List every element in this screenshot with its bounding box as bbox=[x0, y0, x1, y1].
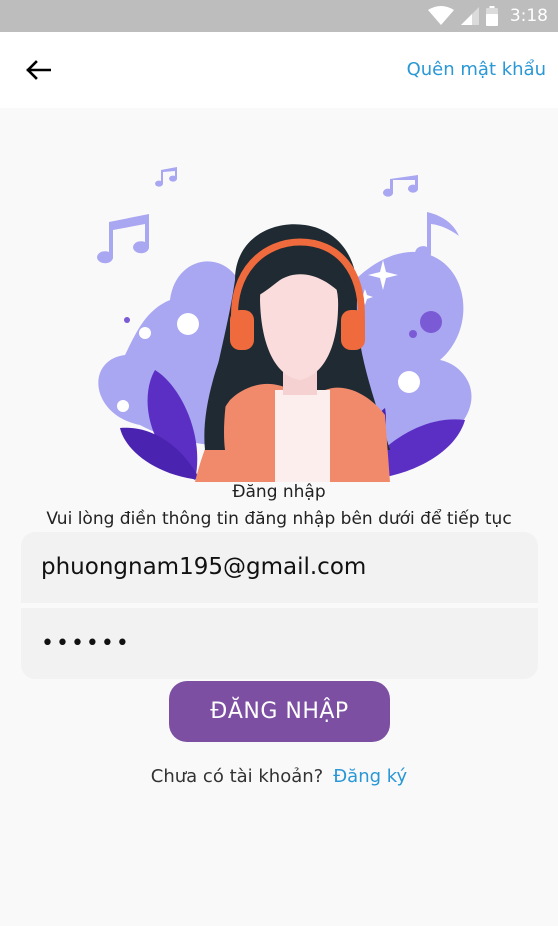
signup-row: Chưa có tài khoản? Đăng ký bbox=[0, 766, 558, 787]
signup-prompt: Chưa có tài khoản? bbox=[150, 766, 324, 787]
login-form bbox=[21, 532, 538, 679]
decor-dot bbox=[420, 311, 442, 333]
back-button[interactable] bbox=[18, 52, 58, 88]
battery-icon bbox=[485, 6, 498, 26]
decor-dot bbox=[177, 313, 199, 335]
signal-icon bbox=[460, 7, 479, 25]
email-field-container bbox=[21, 532, 538, 602]
shirt-inner bbox=[275, 390, 330, 482]
password-field[interactable] bbox=[41, 630, 511, 656]
decor-dot bbox=[124, 317, 130, 323]
app-bar: Quên mật khẩu bbox=[0, 32, 558, 108]
girl-with-headphones-illustration bbox=[97, 167, 472, 482]
decor-dot bbox=[398, 371, 420, 393]
forgot-password-link[interactable]: Quên mật khẩu bbox=[407, 59, 546, 80]
email-field[interactable] bbox=[41, 554, 511, 580]
decor-dot bbox=[117, 400, 129, 412]
wifi-icon bbox=[427, 6, 454, 25]
status-bar: 3:18 bbox=[0, 0, 558, 32]
arrow-left-icon bbox=[26, 60, 51, 80]
decor-dot bbox=[139, 327, 151, 339]
signup-link[interactable]: Đăng ký bbox=[333, 766, 407, 787]
status-time: 3:18 bbox=[509, 6, 548, 26]
headphone-right bbox=[341, 310, 365, 350]
login-title: Đăng nhập bbox=[232, 482, 326, 502]
headphone-left bbox=[230, 310, 254, 350]
login-subtitle: Vui lòng điền thông tin đăng nhập bên dư… bbox=[46, 509, 512, 529]
decor-dot bbox=[409, 330, 417, 338]
password-field-container bbox=[21, 608, 538, 678]
login-button[interactable]: ĐĂNG NHẬP bbox=[169, 681, 390, 742]
status-icons: 3:18 bbox=[427, 0, 548, 32]
